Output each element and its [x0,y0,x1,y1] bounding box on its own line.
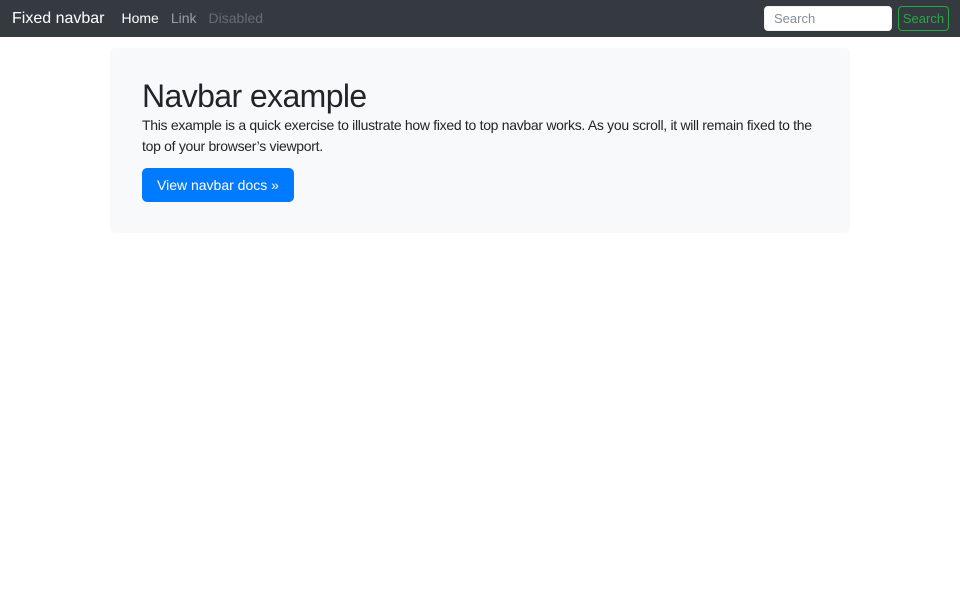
intro-text: This example is a quick exercise to illu… [142,115,818,157]
page-title: Navbar example [142,77,818,115]
nav-item-link[interactable]: Link [165,0,203,37]
navbar: Fixed navbar Home Link Disabled Search [0,0,960,37]
navbar-brand[interactable]: Fixed navbar [12,10,105,28]
search-button[interactable]: Search [898,6,949,31]
nav-item-disabled: Disabled [203,0,269,37]
jumbotron: Navbar example This example is a quick e… [110,48,850,233]
navbar-nav: Home Link Disabled [116,0,270,37]
nav-item-home[interactable]: Home [116,0,165,37]
view-navbar-docs-button[interactable]: View navbar docs » [142,168,294,202]
search-input[interactable] [764,6,892,31]
search-form: Search [764,6,949,31]
